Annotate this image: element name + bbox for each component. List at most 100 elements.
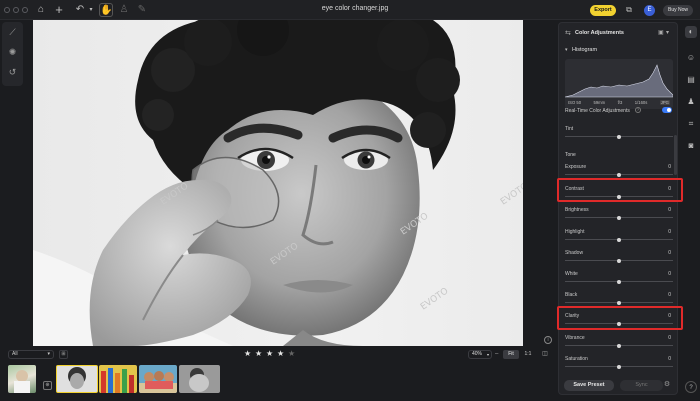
dropdown-chevron-icon[interactable]: ▾ [666, 29, 669, 36]
contrast-highlight-box [557, 178, 683, 202]
thumbnail-selected[interactable] [56, 365, 98, 393]
slider-handle[interactable] [617, 364, 621, 369]
info-icon[interactable]: i [544, 336, 552, 344]
help-icon[interactable]: ? [685, 381, 697, 393]
slider-label-brightness: Brightness [565, 207, 589, 213]
layout-icon[interactable]: ▣ [658, 29, 664, 36]
sun-icon[interactable]: ✺ [6, 46, 19, 59]
portrait-image: EVOTO EVOTO EVOTO EVOTO EVOTO [33, 20, 523, 346]
window-title: eye color changer.jpg [321, 5, 389, 12]
slider-tint[interactable] [565, 134, 673, 139]
avatar[interactable]: E [644, 5, 655, 16]
camera-icon[interactable]: ◙ [685, 140, 697, 152]
settings-gear-icon[interactable]: ⚙ [663, 381, 671, 389]
slider-label-exposure: Exposure [565, 164, 587, 170]
slider-handle[interactable] [617, 258, 621, 263]
thumbnail[interactable] [139, 365, 177, 393]
histogram-exif: ISO 50 59mm f/3 1/160s JPG [568, 100, 670, 105]
crop-icon[interactable]: ⌗ [685, 118, 697, 130]
filter-select-value: All [12, 351, 18, 357]
clarity-highlight-box [557, 306, 683, 330]
help-icon[interactable]: ? [635, 107, 641, 113]
slider-shadow[interactable] [565, 258, 673, 263]
save-preset-button[interactable]: Save Preset [564, 380, 614, 391]
share-icon[interactable]: ⧉ [622, 3, 636, 17]
slider-saturation[interactable] [565, 364, 673, 369]
slider-handle[interactable] [617, 237, 621, 242]
zoom-minus-icon[interactable]: – [495, 350, 501, 359]
close-window-button[interactable] [4, 7, 10, 13]
histogram-chart: ISO 50 59mm f/3 1/160s JPG [565, 59, 673, 109]
slider-label-white: White [565, 271, 578, 277]
slider-value-saturation: 0 [668, 356, 671, 362]
star-icon[interactable]: ★ [288, 350, 296, 358]
history-icon[interactable]: ↺ [6, 66, 19, 79]
slider-value-brightness: 0 [668, 207, 671, 213]
photo-canvas[interactable]: EVOTO EVOTO EVOTO EVOTO EVOTO [33, 20, 523, 346]
watermark-text: EVOTO [499, 181, 523, 207]
slider-handle[interactable] [617, 134, 621, 139]
home-icon[interactable]: ⌂ [34, 3, 48, 17]
realtime-label: Real-Time Color Adjustments [565, 108, 630, 114]
right-sidebar: ◐ ☺ ▤ ♟ ⌗ ◙ ? [681, 22, 700, 401]
slider-value-highlight: 0 [668, 229, 671, 235]
slider-value-shadow: 0 [668, 250, 671, 256]
zoom-select[interactable]: 40% ▾ [468, 350, 492, 359]
left-toolbar: ⟋ ✺ ↺ [2, 22, 23, 86]
star-rating[interactable]: ★ ★ ★ ★ ★ [244, 350, 296, 358]
panel-menu-icon[interactable]: ⇆ [565, 29, 571, 37]
add-image-icon[interactable]: ⊕ [43, 381, 52, 390]
color-palette-icon[interactable]: ◐ [685, 26, 697, 38]
frame-icon[interactable]: ▤ [685, 74, 697, 86]
hand-tool-icon[interactable]: ✋ [99, 3, 113, 17]
tone-section-label: Tone [565, 152, 576, 158]
slider-handle[interactable] [617, 215, 621, 220]
slider-value-black: 0 [668, 292, 671, 298]
realtime-toggle[interactable] [662, 107, 672, 113]
slider-brightness[interactable] [565, 215, 673, 220]
focal-length-value: 59mm [593, 100, 606, 105]
zoom-value: 40% [472, 351, 483, 357]
thumbnail[interactable] [99, 365, 137, 393]
histogram-label: Histogram [572, 47, 598, 53]
minimize-window-button[interactable] [13, 7, 19, 13]
select-all-icon[interactable]: ⊞ [59, 350, 68, 359]
star-icon[interactable]: ★ [277, 350, 285, 358]
shirt-icon[interactable]: ♟ [685, 96, 697, 108]
maximize-window-button[interactable] [22, 7, 28, 13]
fit-button[interactable]: Fit [503, 350, 519, 359]
face-icon[interactable]: ☺ [685, 52, 697, 64]
star-icon[interactable]: ★ [255, 350, 263, 358]
thumbnail[interactable] [179, 365, 220, 393]
color-adjustments-panel: ⇆ Color Adjustments ▣ ▾ ▾ Histogram ISO … [558, 22, 678, 395]
brush-icon[interactable]: ✎ [135, 3, 149, 17]
slider-handle[interactable] [617, 343, 621, 348]
slider-vibrance[interactable] [565, 343, 673, 348]
stamp-icon[interactable]: ♙ [117, 3, 131, 17]
sync-button[interactable]: Sync [620, 380, 663, 391]
slider-handle[interactable] [617, 172, 621, 177]
slider-label-tint: Tint [565, 126, 574, 132]
panel-title: Color Adjustments [575, 30, 624, 36]
slider-label-vibrance: Vibrance [565, 335, 585, 341]
histogram-collapse-icon[interactable]: ▾ [565, 47, 568, 53]
star-icon[interactable]: ★ [244, 350, 252, 358]
slider-handle[interactable] [617, 300, 621, 305]
buy-now-button[interactable]: Buy Now [663, 5, 693, 16]
star-icon[interactable]: ★ [266, 350, 274, 358]
slider-white[interactable] [565, 279, 673, 284]
filter-select[interactable]: All ▾ [8, 350, 54, 359]
undo-dropdown-chevron-icon[interactable]: ▾ [84, 3, 98, 17]
slider-label-highlight: Highlight [565, 229, 585, 235]
slider-handle[interactable] [617, 279, 621, 284]
export-button[interactable]: Export [590, 5, 616, 16]
slider-exposure[interactable] [565, 172, 673, 177]
panel-scrollbar[interactable] [674, 135, 677, 175]
actual-size-button[interactable]: 1:1 [520, 350, 536, 359]
add-icon[interactable]: + [52, 3, 66, 17]
adjust-icon[interactable]: ⟋ [6, 26, 19, 39]
thumbnail[interactable] [8, 365, 36, 393]
slider-highlight[interactable] [565, 237, 673, 242]
slider-black[interactable] [565, 300, 673, 305]
compare-icon[interactable]: ◫ [540, 350, 550, 359]
